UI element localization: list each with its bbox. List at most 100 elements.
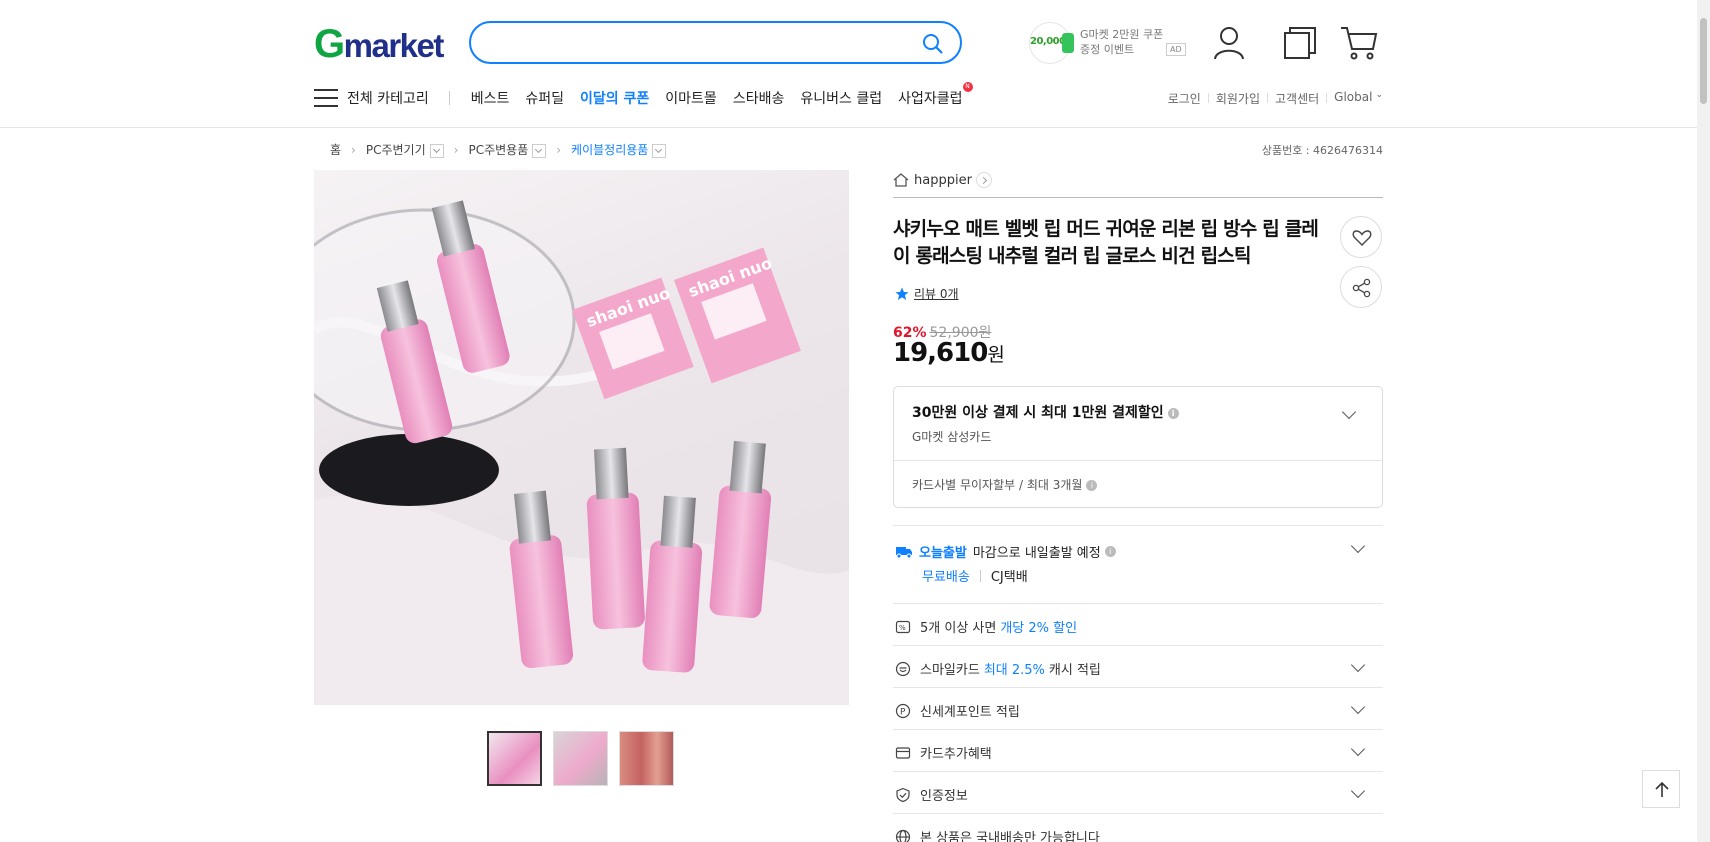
info-icon[interactable]: i bbox=[1167, 408, 1179, 419]
new-badge: N bbox=[962, 82, 973, 92]
gmarket-logo[interactable]: Gmarket bbox=[314, 24, 444, 66]
product-number: 상품번호 : 4626476314 bbox=[1261, 144, 1383, 157]
chevron-right-icon bbox=[975, 172, 992, 188]
truck-icon bbox=[896, 546, 912, 558]
ad-label: AD bbox=[1166, 43, 1186, 56]
breadcrumb-dropdown[interactable] bbox=[429, 143, 444, 158]
domestic-shipping-row: 본 상품은 국내배송만 가능합니다 bbox=[895, 827, 1100, 842]
section-divider bbox=[893, 729, 1383, 730]
review-link[interactable]: 리뷰 0개 bbox=[895, 285, 959, 302]
breadcrumb-item[interactable]: PC주변용품 bbox=[468, 141, 528, 158]
product-photo: shaoi nuo shaoi nuo bbox=[314, 200, 849, 705]
heart-icon bbox=[1352, 230, 1372, 246]
card-offer-sub: G마켓 삼성카드 bbox=[912, 430, 992, 444]
card-offer-title: 30만원 이상 결제 시 최대 1만원 결제할인 i bbox=[912, 402, 1179, 422]
breadcrumb-home[interactable]: 홈 bbox=[330, 141, 341, 158]
signup-link[interactable]: 회원가입 bbox=[1216, 90, 1260, 107]
search-box[interactable] bbox=[469, 21, 962, 64]
wishlist-button[interactable] bbox=[1340, 216, 1382, 258]
nav-monthly-coupon[interactable]: 이달의 쿠폰 bbox=[580, 88, 649, 108]
login-link[interactable]: 로그인 bbox=[1168, 90, 1201, 107]
breadcrumb-dropdown[interactable] bbox=[652, 143, 667, 158]
chevron-down-icon[interactable] bbox=[1341, 404, 1357, 420]
arrow-up-icon bbox=[1655, 781, 1669, 797]
shipping-info: 오늘출발 마감으로 내일출발 예정 i bbox=[895, 542, 1116, 561]
scroll-top-button[interactable] bbox=[1642, 770, 1680, 808]
scrollbar-thumb[interactable] bbox=[1700, 18, 1707, 104]
svg-text:P: P bbox=[900, 707, 906, 717]
breadcrumb-item[interactable]: PC주변기기 bbox=[366, 141, 426, 158]
section-divider bbox=[893, 525, 1383, 526]
chevron-down-icon: ⌄ bbox=[1375, 90, 1383, 100]
chevron-right-icon: › bbox=[453, 142, 459, 157]
search-input[interactable] bbox=[489, 33, 889, 53]
share-button[interactable] bbox=[1340, 266, 1382, 308]
main-nav: 전체 카테고리 베스트 슈퍼딜 이달의 쿠폰 이마트몰 스타배송 유니버스 클럽… bbox=[314, 82, 979, 112]
all-categories-link[interactable]: 전체 카테고리 bbox=[347, 88, 429, 108]
coupon-amount: 20,000 bbox=[1030, 36, 1066, 47]
svg-text:%: % bbox=[899, 624, 906, 632]
hamburger-menu-icon[interactable] bbox=[314, 89, 338, 107]
thumbnail[interactable] bbox=[619, 731, 674, 786]
smile-icon bbox=[895, 661, 911, 676]
coupon-ad-banner[interactable]: 20,000 G마켓 2만원 쿠폰 증정 이벤트 AD bbox=[1029, 22, 1225, 64]
card-extra-benefit-row[interactable]: 카드추가혜택 bbox=[895, 743, 992, 762]
search-icon[interactable] bbox=[922, 33, 944, 55]
store-icon bbox=[893, 173, 909, 187]
section-divider bbox=[893, 603, 1383, 604]
chevron-down-icon[interactable] bbox=[1350, 538, 1366, 554]
share-icon bbox=[1352, 278, 1371, 298]
chevron-right-icon: › bbox=[351, 142, 356, 157]
my-account-icon[interactable] bbox=[1213, 26, 1245, 60]
nav-divider bbox=[448, 91, 450, 105]
header-divider bbox=[0, 127, 1710, 128]
thumbnail[interactable] bbox=[487, 731, 542, 786]
cart-icon[interactable] bbox=[1340, 25, 1378, 61]
scrollbar[interactable] bbox=[1697, 0, 1710, 842]
star-icon bbox=[895, 287, 909, 300]
chevron-right-icon: › bbox=[556, 142, 562, 157]
utility-links: 로그인 회원가입 고객센터 Global ⌄ bbox=[1168, 90, 1383, 107]
thumbnail[interactable] bbox=[553, 731, 608, 786]
section-divider bbox=[893, 645, 1383, 646]
thumbnail-list bbox=[487, 731, 674, 786]
store-divider bbox=[893, 197, 1383, 198]
nav-superdeal[interactable]: 슈퍼딜 bbox=[525, 88, 564, 108]
chevron-down-icon[interactable] bbox=[1350, 657, 1366, 673]
globe-icon bbox=[895, 829, 911, 842]
customer-center-link[interactable]: 고객센터 bbox=[1275, 90, 1319, 107]
breadcrumb-current[interactable]: 케이블정리용품 bbox=[571, 141, 648, 158]
info-icon[interactable]: i bbox=[1086, 480, 1098, 491]
product-title: 샤키누오 매트 벨벳 립 머드 귀여운 리본 립 방수 립 클레이 롱래스팅 내… bbox=[893, 218, 1319, 267]
discount-tag-icon: % bbox=[895, 620, 911, 633]
sale-price: 19,610원 bbox=[893, 338, 1005, 368]
bulk-discount-row: % 5개 이상 사면 개당 2% 할인 bbox=[895, 617, 1081, 636]
coupon-graphic bbox=[1062, 33, 1074, 53]
nav-best[interactable]: 베스트 bbox=[471, 88, 510, 108]
nav-emart-mall[interactable]: 이마트몰 bbox=[665, 88, 717, 108]
global-link[interactable]: Global bbox=[1334, 90, 1372, 107]
chevron-down-icon[interactable] bbox=[1350, 699, 1366, 715]
chevron-down-icon[interactable] bbox=[1350, 783, 1366, 799]
shipping-details: 무료배송 CJ택배 bbox=[922, 569, 1028, 585]
shinsegae-point-row[interactable]: P 신세계포인트 적립 bbox=[895, 701, 1020, 720]
section-divider bbox=[893, 771, 1383, 772]
recent-items-icon[interactable] bbox=[1283, 26, 1317, 60]
breadcrumb: 홈 › PC주변기기 › PC주변용품 › 케이블정리용품 bbox=[330, 141, 667, 158]
installment-info: 카드사별 무이자할부 / 최대 3개월 i bbox=[912, 476, 1098, 493]
card-discount-box[interactable]: 30만원 이상 결제 시 최대 1만원 결제할인 i G마켓 삼성카드 카드사별 … bbox=[893, 386, 1383, 508]
certification-row[interactable]: 인증정보 bbox=[895, 785, 968, 804]
info-icon[interactable]: i bbox=[1104, 546, 1116, 557]
nav-business-club[interactable]: 사업자클럽 N bbox=[898, 82, 973, 108]
credit-card-icon bbox=[895, 746, 911, 759]
chevron-down-icon[interactable] bbox=[1350, 741, 1366, 757]
section-divider bbox=[893, 687, 1383, 688]
smile-card-row[interactable]: 스마일카드 최대 2.5% 캐시 적립 bbox=[895, 659, 1101, 678]
shield-check-icon bbox=[896, 787, 910, 802]
card-box-divider bbox=[894, 460, 1382, 461]
product-main-image[interactable]: shaoi nuo shaoi nuo bbox=[314, 170, 849, 705]
store-link[interactable]: happpier bbox=[893, 172, 992, 188]
nav-star-delivery[interactable]: 스타배송 bbox=[733, 88, 785, 108]
breadcrumb-dropdown[interactable] bbox=[532, 143, 547, 158]
nav-universe-club[interactable]: 유니버스 클럽 bbox=[800, 88, 882, 108]
